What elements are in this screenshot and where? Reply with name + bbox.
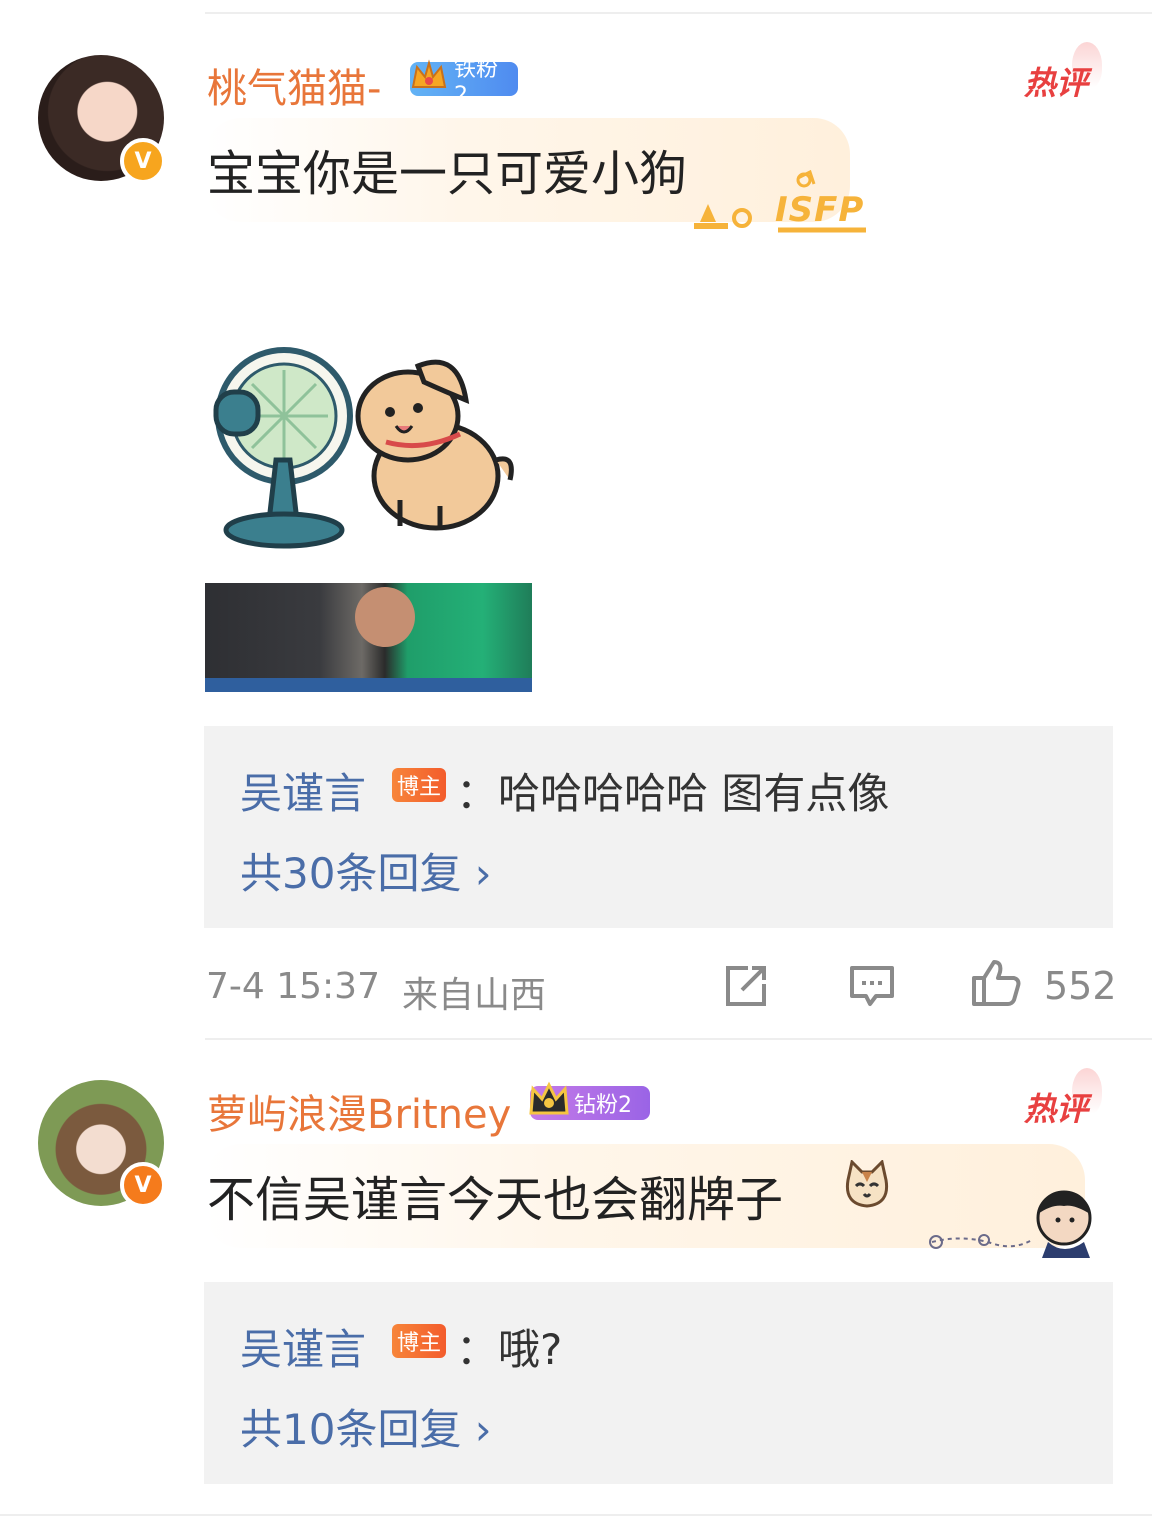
hot-comment-label: 热评 <box>1024 1090 1089 1128</box>
username[interactable]: 萝屿浪漫Britney <box>207 1082 511 1140</box>
fan-badge-label: 铁粉2 <box>454 56 499 108</box>
fan-dog-sticker[interactable] <box>210 330 530 560</box>
author-badge: 博主 <box>392 768 446 802</box>
photo-face <box>355 587 415 647</box>
share-icon[interactable] <box>722 964 770 1008</box>
author-badge: 博主 <box>392 1324 446 1358</box>
comment-divider <box>205 1038 1152 1040</box>
timestamp: 7-4 15:37 <box>206 966 380 1007</box>
cat-emoji-icon <box>845 1160 889 1208</box>
like-count: 552 <box>1044 964 1117 1008</box>
fan-badge-label: 钻粉2 <box>574 1093 632 1118</box>
reply-text: ：哈哈哈哈哈 图有点像 <box>456 769 890 818</box>
comment-photo[interactable] <box>205 583 532 692</box>
photo-strip <box>205 678 532 692</box>
verified-icon: V <box>120 1162 166 1208</box>
fan-badge[interactable]: 铁粉2 <box>410 57 518 108</box>
reply-author[interactable]: 吴谨言 <box>240 760 366 821</box>
verified-icon: V <box>120 138 166 184</box>
crown-icon <box>406 54 452 100</box>
fan-badge[interactable]: 钻粉2 <box>529 1081 650 1120</box>
location: 来自山西 <box>402 975 547 1016</box>
username[interactable]: 桃气猫猫- <box>207 56 381 114</box>
reply-count-link[interactable]: 共30条回复 › <box>240 840 492 901</box>
reply-count-link[interactable]: 共10条回复 › <box>240 1396 492 1457</box>
hot-comment-label: 热评 <box>1024 64 1089 102</box>
bottom-divider <box>0 1514 1152 1516</box>
reply-author[interactable]: 吴谨言 <box>240 1316 366 1377</box>
comment-text[interactable]: 宝宝你是一只可爱小狗 <box>207 134 687 204</box>
comment-icon[interactable] <box>848 964 896 1008</box>
bubble-decoration-icon <box>929 1190 1092 1258</box>
crown-icon <box>526 1078 572 1124</box>
reply-text: ：哦? <box>456 1325 563 1374</box>
comment-text[interactable]: 不信吴谨言今天也会翻牌子 <box>207 1160 783 1230</box>
bubble-decoration-icon <box>694 169 866 233</box>
like-icon[interactable] <box>970 958 1022 1008</box>
top-divider <box>205 12 1152 14</box>
